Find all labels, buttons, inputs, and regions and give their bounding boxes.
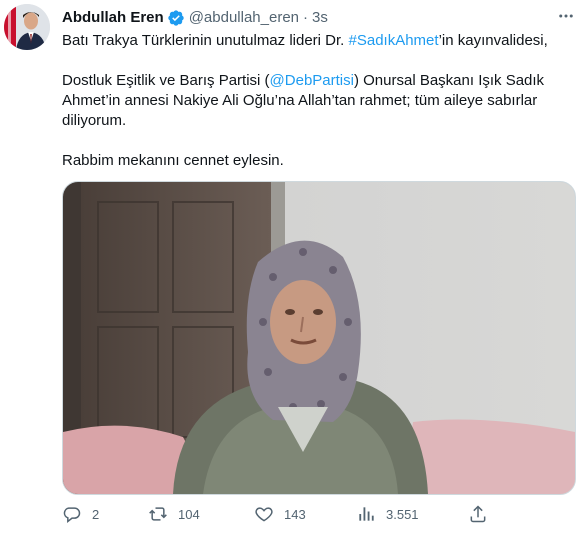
reply-button[interactable]: 2 (62, 502, 99, 526)
text-segment: ’in kayınvalidesi, (438, 32, 548, 49)
verified-badge-icon (167, 9, 185, 27)
hashtag-link[interactable]: #SadıkAhmet (349, 32, 439, 49)
tweet-photo[interactable] (62, 181, 576, 495)
retweet-icon (148, 504, 168, 524)
tweet: Abdullah Eren @abdullah_eren · 3s Batı T… (0, 0, 584, 548)
mention-link[interactable]: @DebPartisi (270, 72, 354, 89)
like-button[interactable]: 143 (254, 502, 306, 526)
tweet-text-line: Dostluk Eşitlik ve Barış Partisi (@DebPa… (62, 71, 580, 91)
photo-icon (63, 182, 575, 494)
tweet-header: Abdullah Eren @abdullah_eren · 3s (62, 8, 328, 28)
retweet-count: 104 (178, 506, 200, 522)
reply-count: 2 (92, 506, 100, 522)
tweet-text: Batı Trakya Türklerinin unutulmaz lideri… (62, 31, 580, 171)
reply-icon (62, 504, 82, 524)
text-segment: Batı Trakya Türklerinin unutulmaz lideri… (62, 32, 349, 49)
tweet-text-line: Ahmet’in annesi Nakiye Ali Oğlu’na Allah… (62, 92, 538, 109)
author-name[interactable]: Abdullah Eren (62, 8, 164, 28)
text-segment: Dostluk Eşitlik ve Barış Partisi ( (62, 72, 270, 89)
avatar-photo-icon (4, 4, 50, 50)
views-button[interactable]: 3.551 (356, 502, 419, 526)
share-icon (468, 504, 488, 524)
tweet-text-line: Batı Trakya Türklerinin unutulmaz lideri… (62, 31, 580, 51)
separator-dot: · (303, 9, 308, 26)
share-button[interactable] (468, 502, 488, 526)
views-count: 3.551 (386, 506, 419, 522)
retweet-button[interactable]: 104 (148, 502, 200, 526)
tweet-timestamp[interactable]: 3s (312, 8, 328, 28)
author-avatar[interactable] (4, 4, 50, 50)
author-handle[interactable]: @abdullah_eren (189, 8, 299, 28)
tweet-actions: 2 104 143 3.551 (62, 502, 522, 526)
heart-icon (254, 504, 274, 524)
like-count: 143 (284, 506, 306, 522)
analytics-icon (356, 504, 376, 524)
tweet-text-line: Rabbim mekanını cennet eylesin. (62, 152, 284, 169)
more-options-icon[interactable] (554, 4, 578, 28)
text-segment: ) Onursal Başkanı Işık Sadık (353, 72, 545, 89)
tweet-text-line: diliyorum. (62, 112, 127, 129)
